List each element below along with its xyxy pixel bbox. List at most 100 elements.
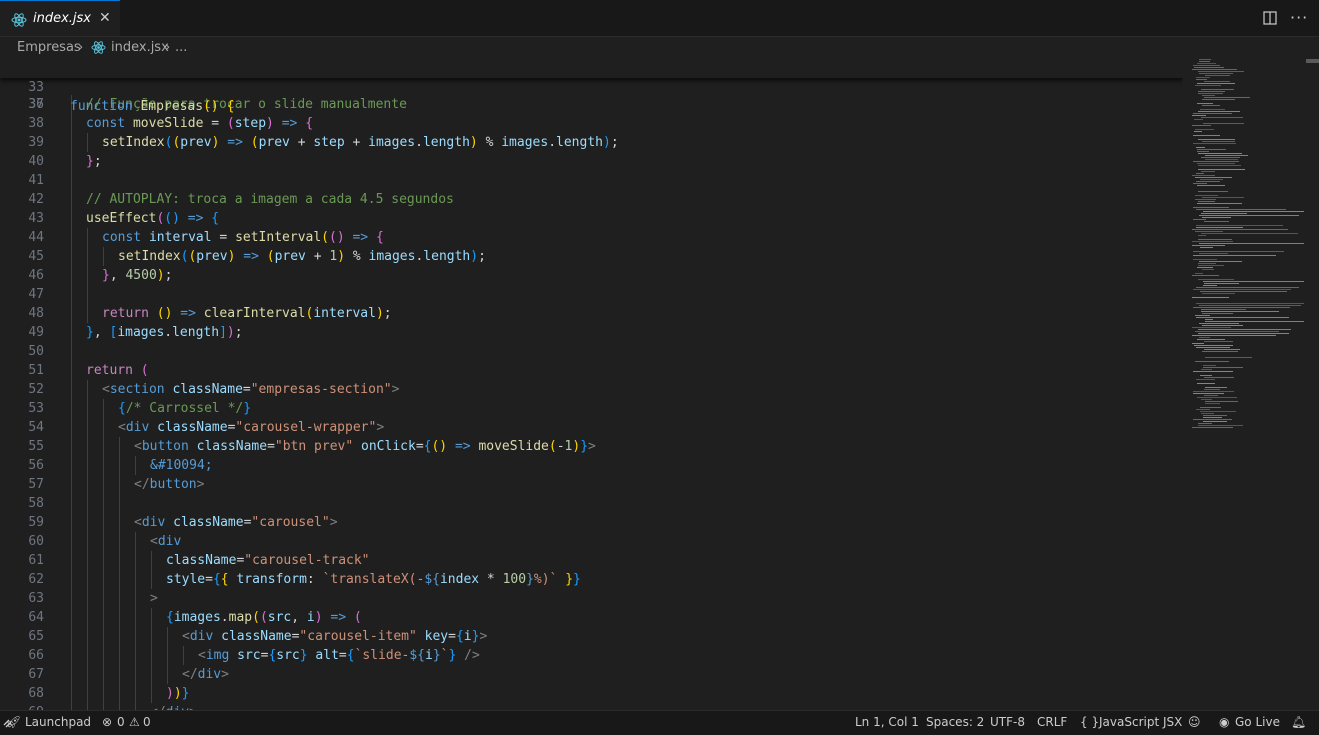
indent-guide <box>71 247 72 266</box>
code-text: <div className="carousel-item" key={i}> <box>182 629 488 644</box>
code-line[interactable]: 63 > <box>0 589 1183 608</box>
braces-icon[interactable]: { } <box>1080 715 1099 729</box>
code-line[interactable]: 67 </div> <box>0 665 1183 684</box>
code-line[interactable]: 65 <div className="carousel-item" key={i}… <box>0 627 1183 646</box>
code-line[interactable]: 60 <div <box>0 532 1183 551</box>
indent-guide <box>135 608 136 627</box>
minimap-line <box>1195 273 1203 274</box>
indent-guide <box>71 456 72 475</box>
code-line[interactable]: 68))} <box>0 684 1183 703</box>
error-icon[interactable]: ⊗ <box>102 715 112 729</box>
code-editor[interactable]: 33 function Empresas() { 36 37// Função … <box>0 59 1183 710</box>
minimap-line <box>1192 115 1206 116</box>
minimap-line <box>1200 291 1287 292</box>
minimap-line <box>1195 231 1223 232</box>
indent-guide <box>87 665 88 684</box>
code-line[interactable]: 41 <box>0 171 1183 190</box>
indent-guide <box>119 532 120 551</box>
minimap-line <box>1201 213 1247 214</box>
scrollbar-thumb[interactable] <box>1306 59 1319 63</box>
indent-guide <box>87 133 88 152</box>
go-live-button[interactable]: Go Live <box>1235 715 1280 729</box>
end-of-line[interactable]: CRLF <box>1037 715 1067 729</box>
code-line[interactable]: 36 <box>0 76 1183 112</box>
code-line[interactable]: 50 <box>0 342 1183 361</box>
language-mode[interactable]: JavaScript JSX <box>1099 715 1182 729</box>
code-line[interactable]: 49}, [images.length]); <box>0 323 1183 342</box>
minimap-line <box>1197 149 1226 150</box>
code-line[interactable]: 54 <div className="carousel-wrapper"> <box>0 418 1183 437</box>
minimap-line <box>1199 59 1211 60</box>
breadcrumb-folder[interactable]: Empresas <box>17 40 81 55</box>
minimap-line <box>1192 335 1276 336</box>
indent-guide <box>71 171 72 190</box>
cursor-position[interactable]: Ln 1, Col 1 <box>855 715 919 729</box>
minimap-line <box>1196 227 1243 228</box>
line-number: 62 <box>28 572 44 587</box>
code-line[interactable]: 38 const moveSlide = (step) => { <box>0 114 1183 133</box>
code-line[interactable]: 59 <div className="carousel"> <box>0 513 1183 532</box>
sticky-scroll-line[interactable]: 33 function Empresas() { <box>0 59 1183 114</box>
tab-index-jsx[interactable]: index.jsx ✕ <box>0 0 120 36</box>
close-icon[interactable]: ✕ <box>99 10 111 26</box>
code-line[interactable]: 66 <img src={src} alt={`slide-${i}`} /> <box>0 646 1183 665</box>
line-number: 59 <box>28 515 44 530</box>
vertical-scrollbar[interactable] <box>1306 59 1319 710</box>
problems-count[interactable]: 0 <box>117 715 125 729</box>
minimap-line <box>1193 289 1291 290</box>
split-editor-icon[interactable] <box>1263 11 1277 25</box>
line-number: 66 <box>28 648 44 663</box>
code-line[interactable]: 53 {/* Carrossel */} <box>0 399 1183 418</box>
minimap[interactable] <box>1186 59 1306 710</box>
launchpad-icon[interactable]: 🚀︎ <box>6 715 21 729</box>
line-number: 43 <box>28 211 44 226</box>
minimap-line <box>1196 181 1220 182</box>
minimap-line <box>1203 417 1222 418</box>
minimap-line <box>1195 195 1218 196</box>
copilot-icon[interactable]: ☺ <box>1188 715 1201 729</box>
indent-guide <box>119 627 120 646</box>
code-line[interactable]: 69 </div> <box>0 703 1183 710</box>
code-line[interactable]: 62 style={{ transform: `translateX(-${ind… <box>0 570 1183 589</box>
breadcrumb-file[interactable]: index.jsx <box>111 40 169 55</box>
indentation[interactable]: Spaces: 2 <box>926 715 984 729</box>
breadcrumb-symbol[interactable]: ... <box>175 40 187 55</box>
indent-guide <box>119 456 120 475</box>
code-line[interactable]: 51 return ( <box>0 361 1183 380</box>
code-line[interactable]: 47 <box>0 285 1183 304</box>
minimap-line <box>1198 425 1243 426</box>
code-line[interactable]: 42 // AUTOPLAY: troca a imagem a cada 4.5… <box>0 190 1183 209</box>
code-line[interactable]: 57 </button> <box>0 475 1183 494</box>
code-line[interactable]: 48 return () => clearInterval(interval); <box>0 304 1183 323</box>
indent-guide <box>119 437 120 456</box>
minimap-line <box>1192 125 1211 126</box>
line-number: 52 <box>28 382 44 397</box>
code-line[interactable]: 58 <box>0 494 1183 513</box>
code-line[interactable]: 55 <button className="btn prev" onClick={… <box>0 437 1183 456</box>
code-line[interactable]: 45 setIndex((prev) => (prev + 1) % images… <box>0 247 1183 266</box>
minimap-line <box>1201 413 1214 414</box>
minimap-line <box>1193 251 1284 252</box>
code-line[interactable]: 40}; <box>0 152 1183 171</box>
code-line[interactable]: 61 className="carousel-track" <box>0 551 1183 570</box>
bell-icon[interactable]: 🔔︎ <box>1291 715 1306 729</box>
minimap-line <box>1196 147 1205 148</box>
code-line[interactable]: 56 &#10094; <box>0 456 1183 475</box>
broadcast-icon[interactable]: ◉ <box>1219 715 1229 729</box>
code-line[interactable]: 43 useEffect(() => { <box>0 209 1183 228</box>
minimap-line <box>1199 305 1301 306</box>
warning-icon[interactable]: ⚠ <box>129 715 140 729</box>
more-actions-icon[interactable]: ··· <box>1290 8 1308 27</box>
launchpad-label[interactable]: Launchpad <box>25 715 91 729</box>
code-line[interactable]: 52 <section className="empresas-section"> <box>0 380 1183 399</box>
encoding[interactable]: UTF-8 <box>990 715 1025 729</box>
minimap-line <box>1203 211 1304 212</box>
minimap-line <box>1196 225 1283 226</box>
code-line[interactable]: 64 {images.map((src, i) => ( <box>0 608 1183 627</box>
code-text: }; <box>86 154 102 169</box>
code-line[interactable]: 44 const interval = setInterval(() => { <box>0 228 1183 247</box>
indent-guide <box>87 570 88 589</box>
warnings-count[interactable]: 0 <box>143 715 151 729</box>
code-line[interactable]: 46}, 4500); <box>0 266 1183 285</box>
code-line[interactable]: 39 setIndex((prev) => (prev + step + imag… <box>0 133 1183 152</box>
